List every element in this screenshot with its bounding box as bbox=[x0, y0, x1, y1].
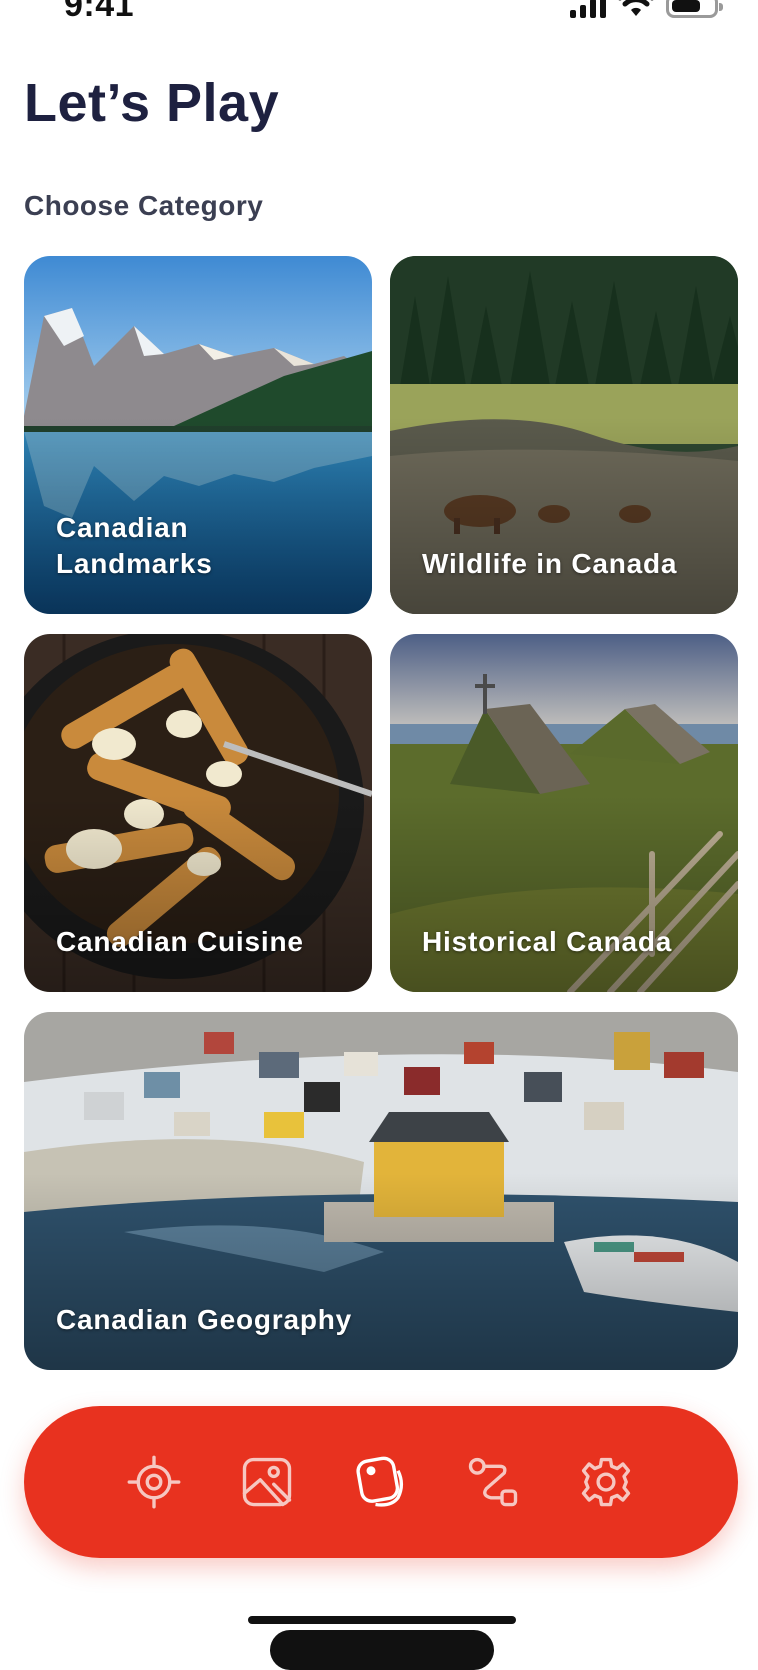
category-label: Wildlife in Canada bbox=[422, 548, 678, 579]
status-icons bbox=[570, 0, 723, 18]
section-label: Choose Category bbox=[24, 190, 264, 221]
cards-icon bbox=[356, 1456, 404, 1507]
nav-item-cards[interactable] bbox=[352, 1454, 408, 1510]
category-label: Canadian Cuisine bbox=[56, 926, 304, 957]
bottom-handle bbox=[270, 1630, 494, 1670]
gear-icon bbox=[581, 1457, 631, 1507]
home-indicator bbox=[248, 1616, 516, 1624]
category-card-historical[interactable]: Historical Canada bbox=[390, 634, 738, 992]
battery-icon bbox=[666, 0, 723, 18]
bottom-nav-bar bbox=[24, 1406, 738, 1558]
page-title: Let’s Play bbox=[24, 73, 280, 133]
status-time: 9:41 bbox=[64, 0, 135, 24]
category-label: Canadian Landmarks bbox=[56, 512, 213, 579]
category-label: Canadian Geography bbox=[56, 1304, 353, 1335]
nav-item-route[interactable] bbox=[465, 1454, 521, 1510]
cellular-signal-icon bbox=[570, 0, 606, 18]
nav-item-gallery[interactable] bbox=[239, 1454, 295, 1510]
route-icon bbox=[468, 1457, 518, 1507]
wifi-icon bbox=[618, 0, 654, 16]
category-card-cuisine[interactable]: Canadian Cuisine bbox=[24, 634, 372, 992]
category-label: Historical Canada bbox=[422, 926, 673, 957]
nav-item-settings[interactable] bbox=[578, 1454, 634, 1510]
status-bar: 9:41 bbox=[0, 0, 758, 30]
category-card-wildlife[interactable]: Wildlife in Canada bbox=[390, 256, 738, 614]
category-card-geography[interactable]: Canadian Geography bbox=[24, 1012, 738, 1370]
target-icon bbox=[127, 1455, 181, 1509]
nav-item-locate[interactable] bbox=[126, 1454, 182, 1510]
category-card-landmarks[interactable]: Canadian Landmarks bbox=[24, 256, 372, 614]
image-icon bbox=[242, 1457, 292, 1507]
